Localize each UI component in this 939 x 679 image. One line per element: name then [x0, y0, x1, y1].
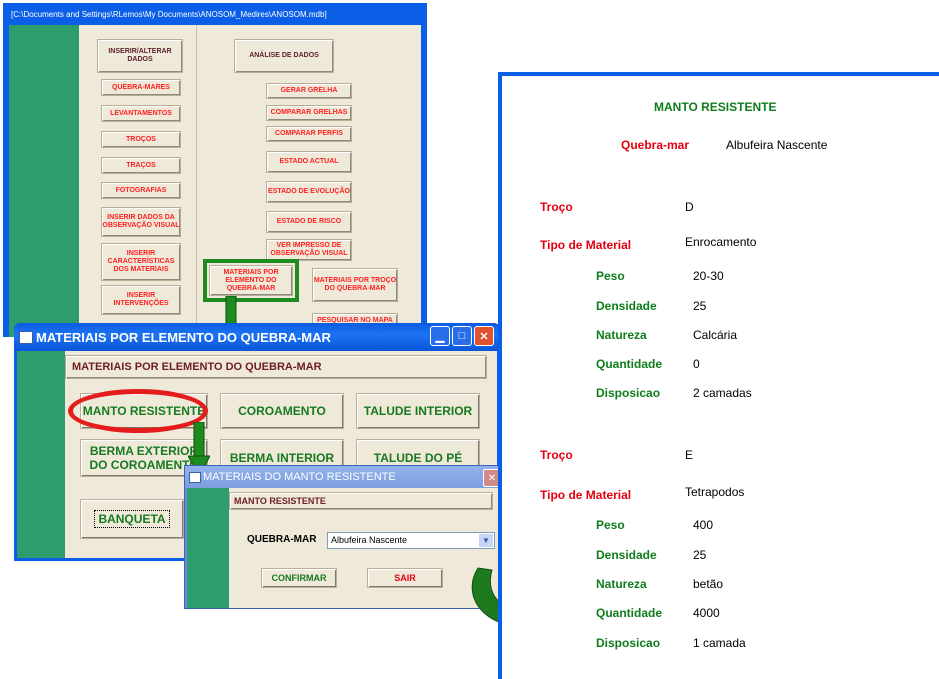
main-window-title: [C:\Documents and Settings\RLemos\My Doc… — [11, 10, 327, 19]
report-densidade-label: Densidade — [596, 299, 657, 313]
report-peso-value: 20-30 — [693, 269, 724, 283]
materiais-troco-button[interactable]: MATERIAIS POR TROÇO DO QUEBRA-MAR — [312, 268, 398, 302]
quebra-mar-select-value: Albufeira Nascente — [331, 535, 408, 545]
report-natureza-label: Natureza — [596, 328, 647, 342]
inserir-observacao-button[interactable]: INSERIR DADOS DA OBSERVAÇÃO VISUAL — [101, 207, 181, 237]
materiais-elemento-highlight: MATERIAIS POR ELEMENTO DO QUEBRA-MAR — [203, 259, 299, 302]
inserir-caracteristicas-button[interactable]: INSERIR CARACTERÍSTICAS DOS MATERIAIS — [101, 243, 181, 281]
talude-interior-button[interactable]: TALUDE INTERIOR — [356, 393, 480, 429]
gerar-grelha-button[interactable]: GERAR GRELHA — [266, 83, 352, 99]
report-quantidade-value: 0 — [693, 357, 700, 371]
quebra-mar-select[interactable]: Albufeira Nascente ▼ — [327, 532, 495, 549]
levantamentos-button[interactable]: LEVANTAMENTOS — [101, 105, 181, 122]
elem-header: MATERIAIS POR ELEMENTO DO QUEBRA-MAR — [65, 355, 487, 379]
report-quebra-mar-label: Quebra-mar — [621, 138, 690, 152]
manto-header: MANTO RESISTENTE — [229, 492, 493, 510]
report-troco-value: E — [685, 448, 694, 462]
estado-risco-button[interactable]: ESTADO DE RISCO — [266, 211, 352, 233]
report-tipo-value: Tetrapodos — [685, 485, 745, 499]
report-title: MANTO RESISTENTE — [654, 100, 777, 114]
report-peso-label: Peso — [596, 269, 625, 283]
banqueta-label: BANQUETA — [94, 510, 170, 528]
insert-header: INSERIR/ALTERAR DADOS — [97, 39, 183, 73]
report-tipo-label: Tipo de Material — [540, 488, 632, 502]
manto-window: MATERIAIS DO MANTO RESISTENTE ✕ MANTO RE… — [184, 465, 502, 609]
analysis-header: ANÁLISE DE DADOS — [234, 39, 334, 73]
fotografias-button[interactable]: FOTOGRAFIAS — [101, 182, 181, 199]
tracos-button[interactable]: TRAÇOS — [101, 157, 181, 174]
comparar-grelhas-button[interactable]: COMPARAR GRELHAS — [266, 105, 352, 121]
report-densidade-label: Densidade — [596, 548, 657, 562]
report-quantidade-label: Quantidade — [596, 357, 663, 371]
report-tipo-label: Tipo de Material — [540, 238, 632, 252]
materiais-elemento-button[interactable]: MATERIAIS POR ELEMENTO DO QUEBRA-MAR — [209, 265, 293, 296]
manto-window-body: MANTO RESISTENTE QUEBRA-MAR Albufeira Na… — [187, 488, 499, 608]
manto-side-panel — [187, 488, 229, 608]
chevron-down-icon[interactable]: ▼ — [479, 534, 493, 547]
estado-actual-button[interactable]: ESTADO ACTUAL — [266, 151, 352, 173]
report-natureza-value: betão — [693, 577, 724, 591]
quebra-mar-label: QUEBRA-MAR — [247, 534, 317, 545]
insert-panel: INSERIR/ALTERAR DADOS QUEBRA-MARES LEVAN… — [87, 25, 197, 337]
green-side-panel — [9, 25, 79, 337]
inserir-intervencoes-button[interactable]: INSERIR INTERVENÇÕES — [101, 285, 181, 315]
sair-button[interactable]: SAIR — [367, 568, 443, 588]
report-troco-label: Troço — [540, 200, 573, 214]
report-densidade-value: 25 — [693, 548, 707, 562]
report-troco-value: D — [685, 200, 694, 214]
maximize-button[interactable]: □ — [452, 326, 472, 346]
elem-side-panel — [17, 351, 65, 558]
banqueta-button[interactable]: BANQUETA — [80, 499, 184, 539]
confirmar-button[interactable]: CONFIRMAR — [261, 568, 337, 588]
report-peso-label: Peso — [596, 518, 625, 532]
comparar-perfis-button[interactable]: COMPARAR PERFIS — [266, 126, 352, 142]
report-disposicao-label: Disposicao — [596, 636, 661, 650]
manto-window-title: MATERIAIS DO MANTO RESISTENTE — [203, 471, 396, 483]
report-natureza-value: Calcária — [693, 328, 738, 342]
elem-window-title: MATERIAIS POR ELEMENTO DO QUEBRA-MAR — [36, 329, 331, 345]
close-button[interactable]: ✕ — [474, 326, 494, 346]
report-quantidade-value: 4000 — [693, 606, 720, 620]
report-quebra-mar-value: Albufeira Nascente — [726, 138, 828, 152]
report-disposicao-value: 1 camada — [693, 636, 746, 650]
manto-window-titlebar: MATERIAIS DO MANTO RESISTENTE ✕ — [185, 466, 501, 488]
report-densidade-value: 25 — [693, 299, 707, 313]
form-icon — [189, 472, 201, 483]
report-disposicao-label: Disposicao — [596, 386, 661, 400]
form-icon — [19, 331, 33, 344]
trocos-button[interactable]: TROÇOS — [101, 131, 181, 148]
coroamento-button[interactable]: COROAMENTO — [220, 393, 344, 429]
report-quantidade-label: Quantidade — [596, 606, 663, 620]
manto-highlight-ellipse — [68, 389, 208, 433]
quebra-mares-button[interactable]: QUEBRA-MARES — [101, 79, 181, 96]
report-tipo-value: Enrocamento — [685, 235, 757, 249]
elem-window-titlebar: MATERIAIS POR ELEMENTO DO QUEBRA-MAR ▁ □… — [14, 323, 500, 351]
report-troco-label: Troço — [540, 448, 573, 462]
estado-evolucao-button[interactable]: ESTADO DE EVOLUÇÃO — [266, 181, 352, 203]
report-peso-value: 400 — [693, 518, 714, 532]
ver-impresso-button[interactable]: VER IMPRESSO DE OBSERVAÇÃO VISUAL — [266, 239, 352, 261]
report-frame: MANTO RESISTENTE Quebra-mar Albufeira Na… — [498, 72, 939, 679]
report-natureza-label: Natureza — [596, 577, 647, 591]
report-disposicao-value: 2 camadas — [693, 386, 752, 400]
minimize-button[interactable]: ▁ — [430, 326, 450, 346]
